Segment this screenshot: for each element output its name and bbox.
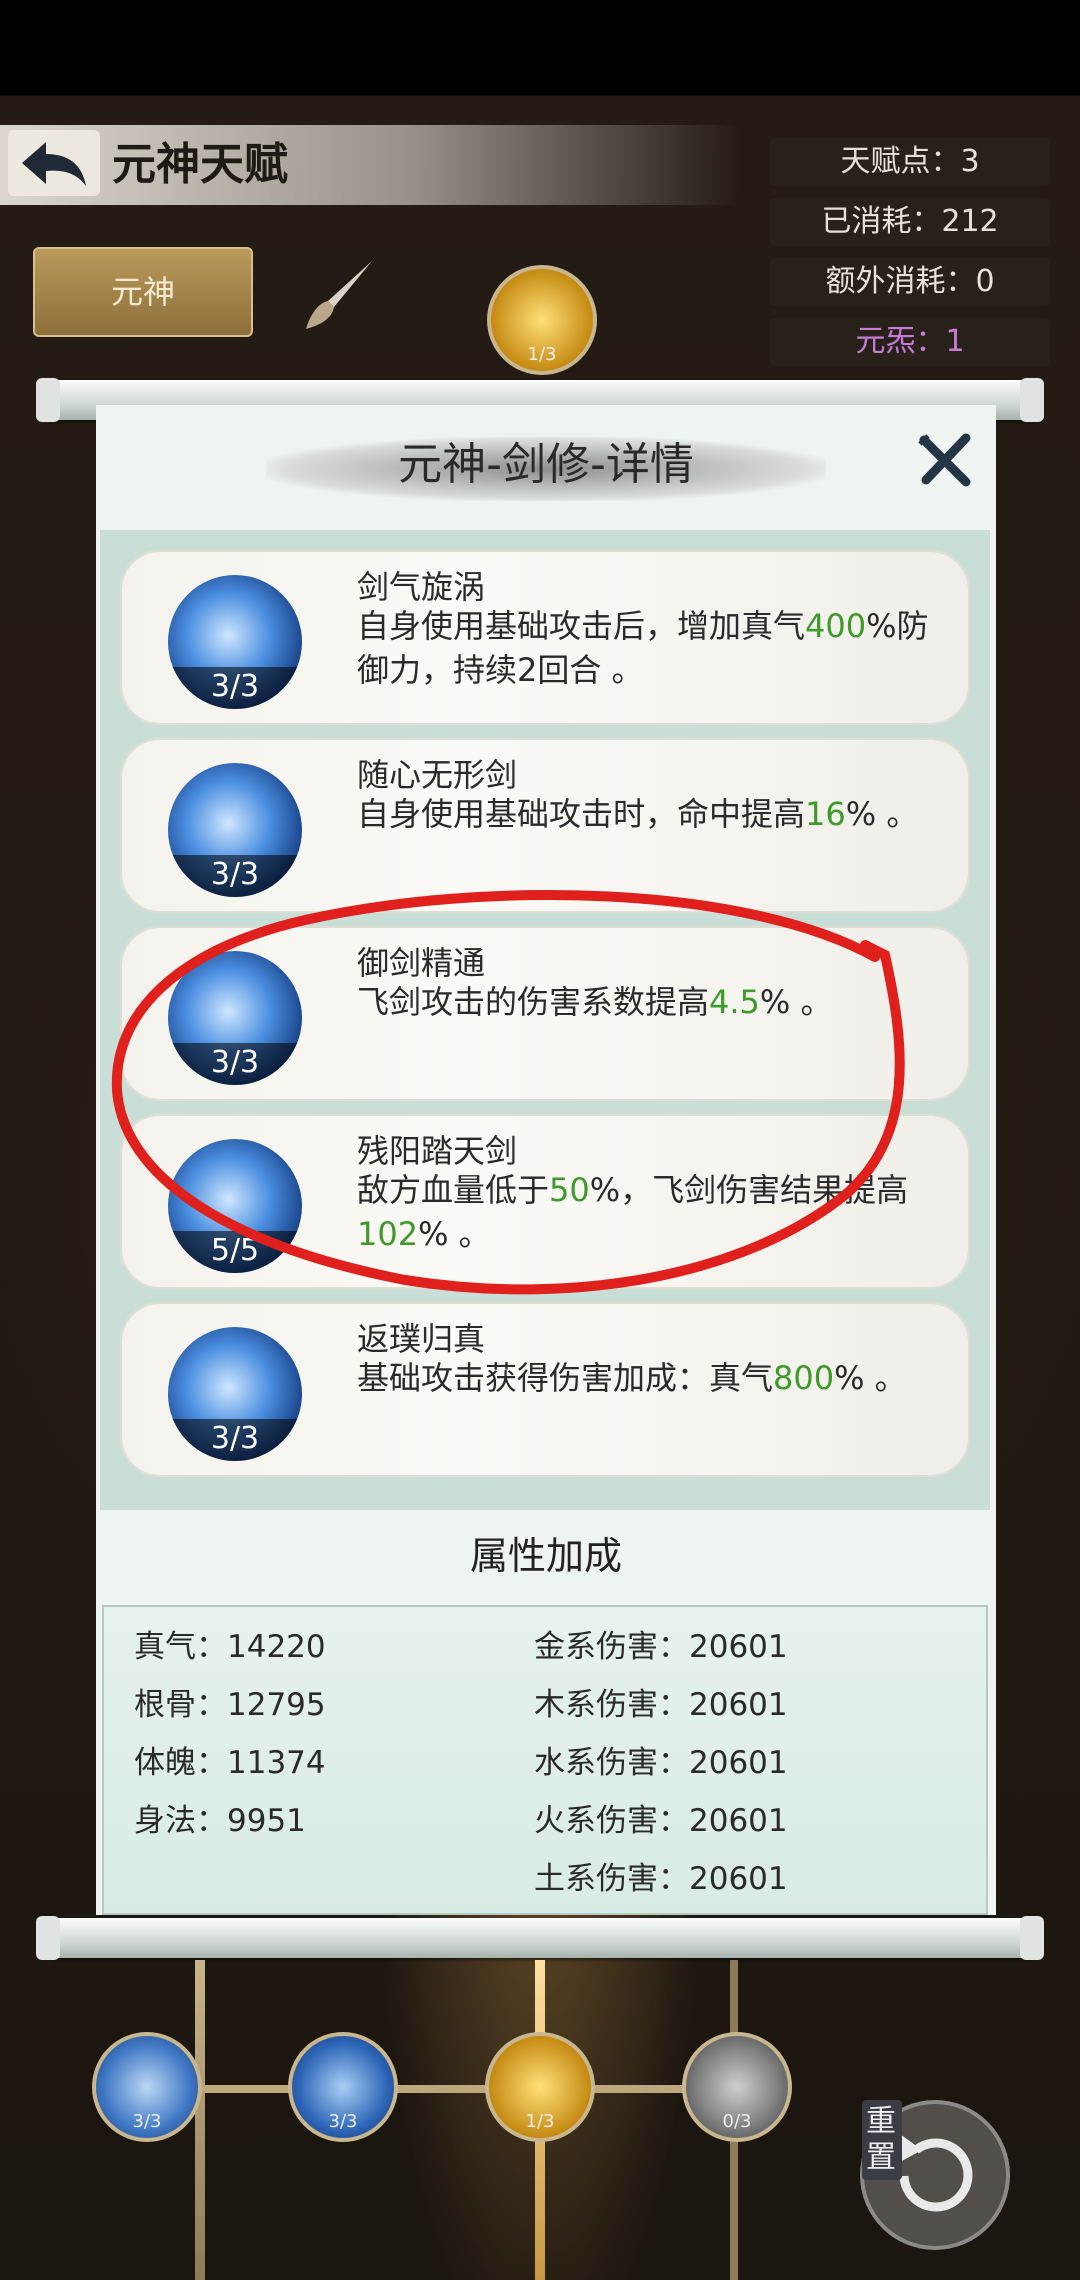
- bottom-talent-node[interactable]: 3/3: [92, 2032, 202, 2142]
- skill-level: 3/3: [168, 1419, 302, 1461]
- skill-card[interactable]: 3/3 返璞归真 基础攻击获得伤害加成：真气800% 。: [120, 1302, 970, 1477]
- back-button[interactable]: [8, 130, 100, 196]
- tree-line: [140, 2085, 700, 2093]
- attr-row: 水系伤害：20601: [534, 1745, 788, 1781]
- return-to-origin-icon: 3/3: [168, 1327, 302, 1461]
- page-title: 元神天赋: [112, 139, 288, 190]
- bottom-talent-node[interactable]: 3/3: [288, 2032, 398, 2142]
- brush-icon[interactable]: [300, 255, 380, 339]
- consumed-stat: 已消耗：212: [770, 198, 1050, 246]
- top-talent-node-level: 1/3: [527, 344, 557, 365]
- skill-name: 剑气旋涡: [357, 568, 486, 606]
- header-bar: [0, 125, 740, 205]
- panel-title: 元神-剑修-详情: [398, 439, 694, 490]
- attr-row: 真气：14220: [134, 1629, 326, 1665]
- talent-points-stat: 天赋点：3: [770, 138, 1050, 186]
- attributes-title: 属性加成: [469, 1534, 622, 1578]
- scroll-bottom-rod: [48, 1918, 1038, 1958]
- tab-yuanshen[interactable]: 元神: [33, 247, 253, 337]
- attr-row: 金系伤害：20601: [534, 1629, 788, 1665]
- scroll-bottom-rod-end: [1020, 1916, 1044, 1960]
- skill-level: 3/3: [168, 667, 302, 709]
- extra-consumed-stat: 额外消耗：0: [770, 258, 1050, 306]
- bottom-talent-node[interactable]: 1/3: [485, 2032, 595, 2142]
- skill-desc: 自身使用基础攻击时，命中提高16% 。: [357, 795, 919, 833]
- annotation-circle: [111, 890, 905, 1295]
- sword-vortex-icon: 3/3: [168, 575, 302, 709]
- skill-name: 返璞归真: [357, 1320, 486, 1358]
- skill-name: 随心无形剑: [357, 756, 518, 794]
- attr-row: 身法：9951: [134, 1803, 306, 1839]
- attr-row: 体魄：11374: [134, 1745, 326, 1781]
- attr-row: 土系伤害：20601: [534, 1861, 788, 1897]
- skill-card[interactable]: 3/3 剑气旋涡 自身使用基础攻击后，增加真气400%防御力，持续2回合 。: [120, 550, 970, 725]
- attr-row: 木系伤害：20601: [534, 1687, 788, 1723]
- scroll-bottom-rod-end: [36, 1916, 60, 1960]
- skill-desc: 基础攻击获得伤害加成：真气800% 。: [357, 1359, 907, 1397]
- close-button[interactable]: [916, 430, 976, 490]
- scroll-top-rod-end: [1020, 378, 1044, 422]
- attr-row: 火系伤害：20601: [534, 1803, 788, 1839]
- top-talent-node[interactable]: 1/3: [487, 265, 597, 375]
- back-arrow-icon: [22, 142, 86, 186]
- element-stat: 元炁：1: [770, 318, 1050, 366]
- attributes-box: 真气：14220 根骨：12795 体魄：11374 身法：9951 金系伤害：…: [102, 1605, 988, 1915]
- skill-desc: 自身使用基础攻击后，增加真气400%防御力，持续2回合 。: [357, 607, 929, 689]
- reset-label: 重置: [862, 2100, 902, 2180]
- scroll-top-rod-end: [36, 378, 60, 422]
- attr-row: 根骨：12795: [134, 1687, 326, 1723]
- bottom-talent-node[interactable]: 0/3: [682, 2032, 792, 2142]
- close-icon: [918, 433, 971, 487]
